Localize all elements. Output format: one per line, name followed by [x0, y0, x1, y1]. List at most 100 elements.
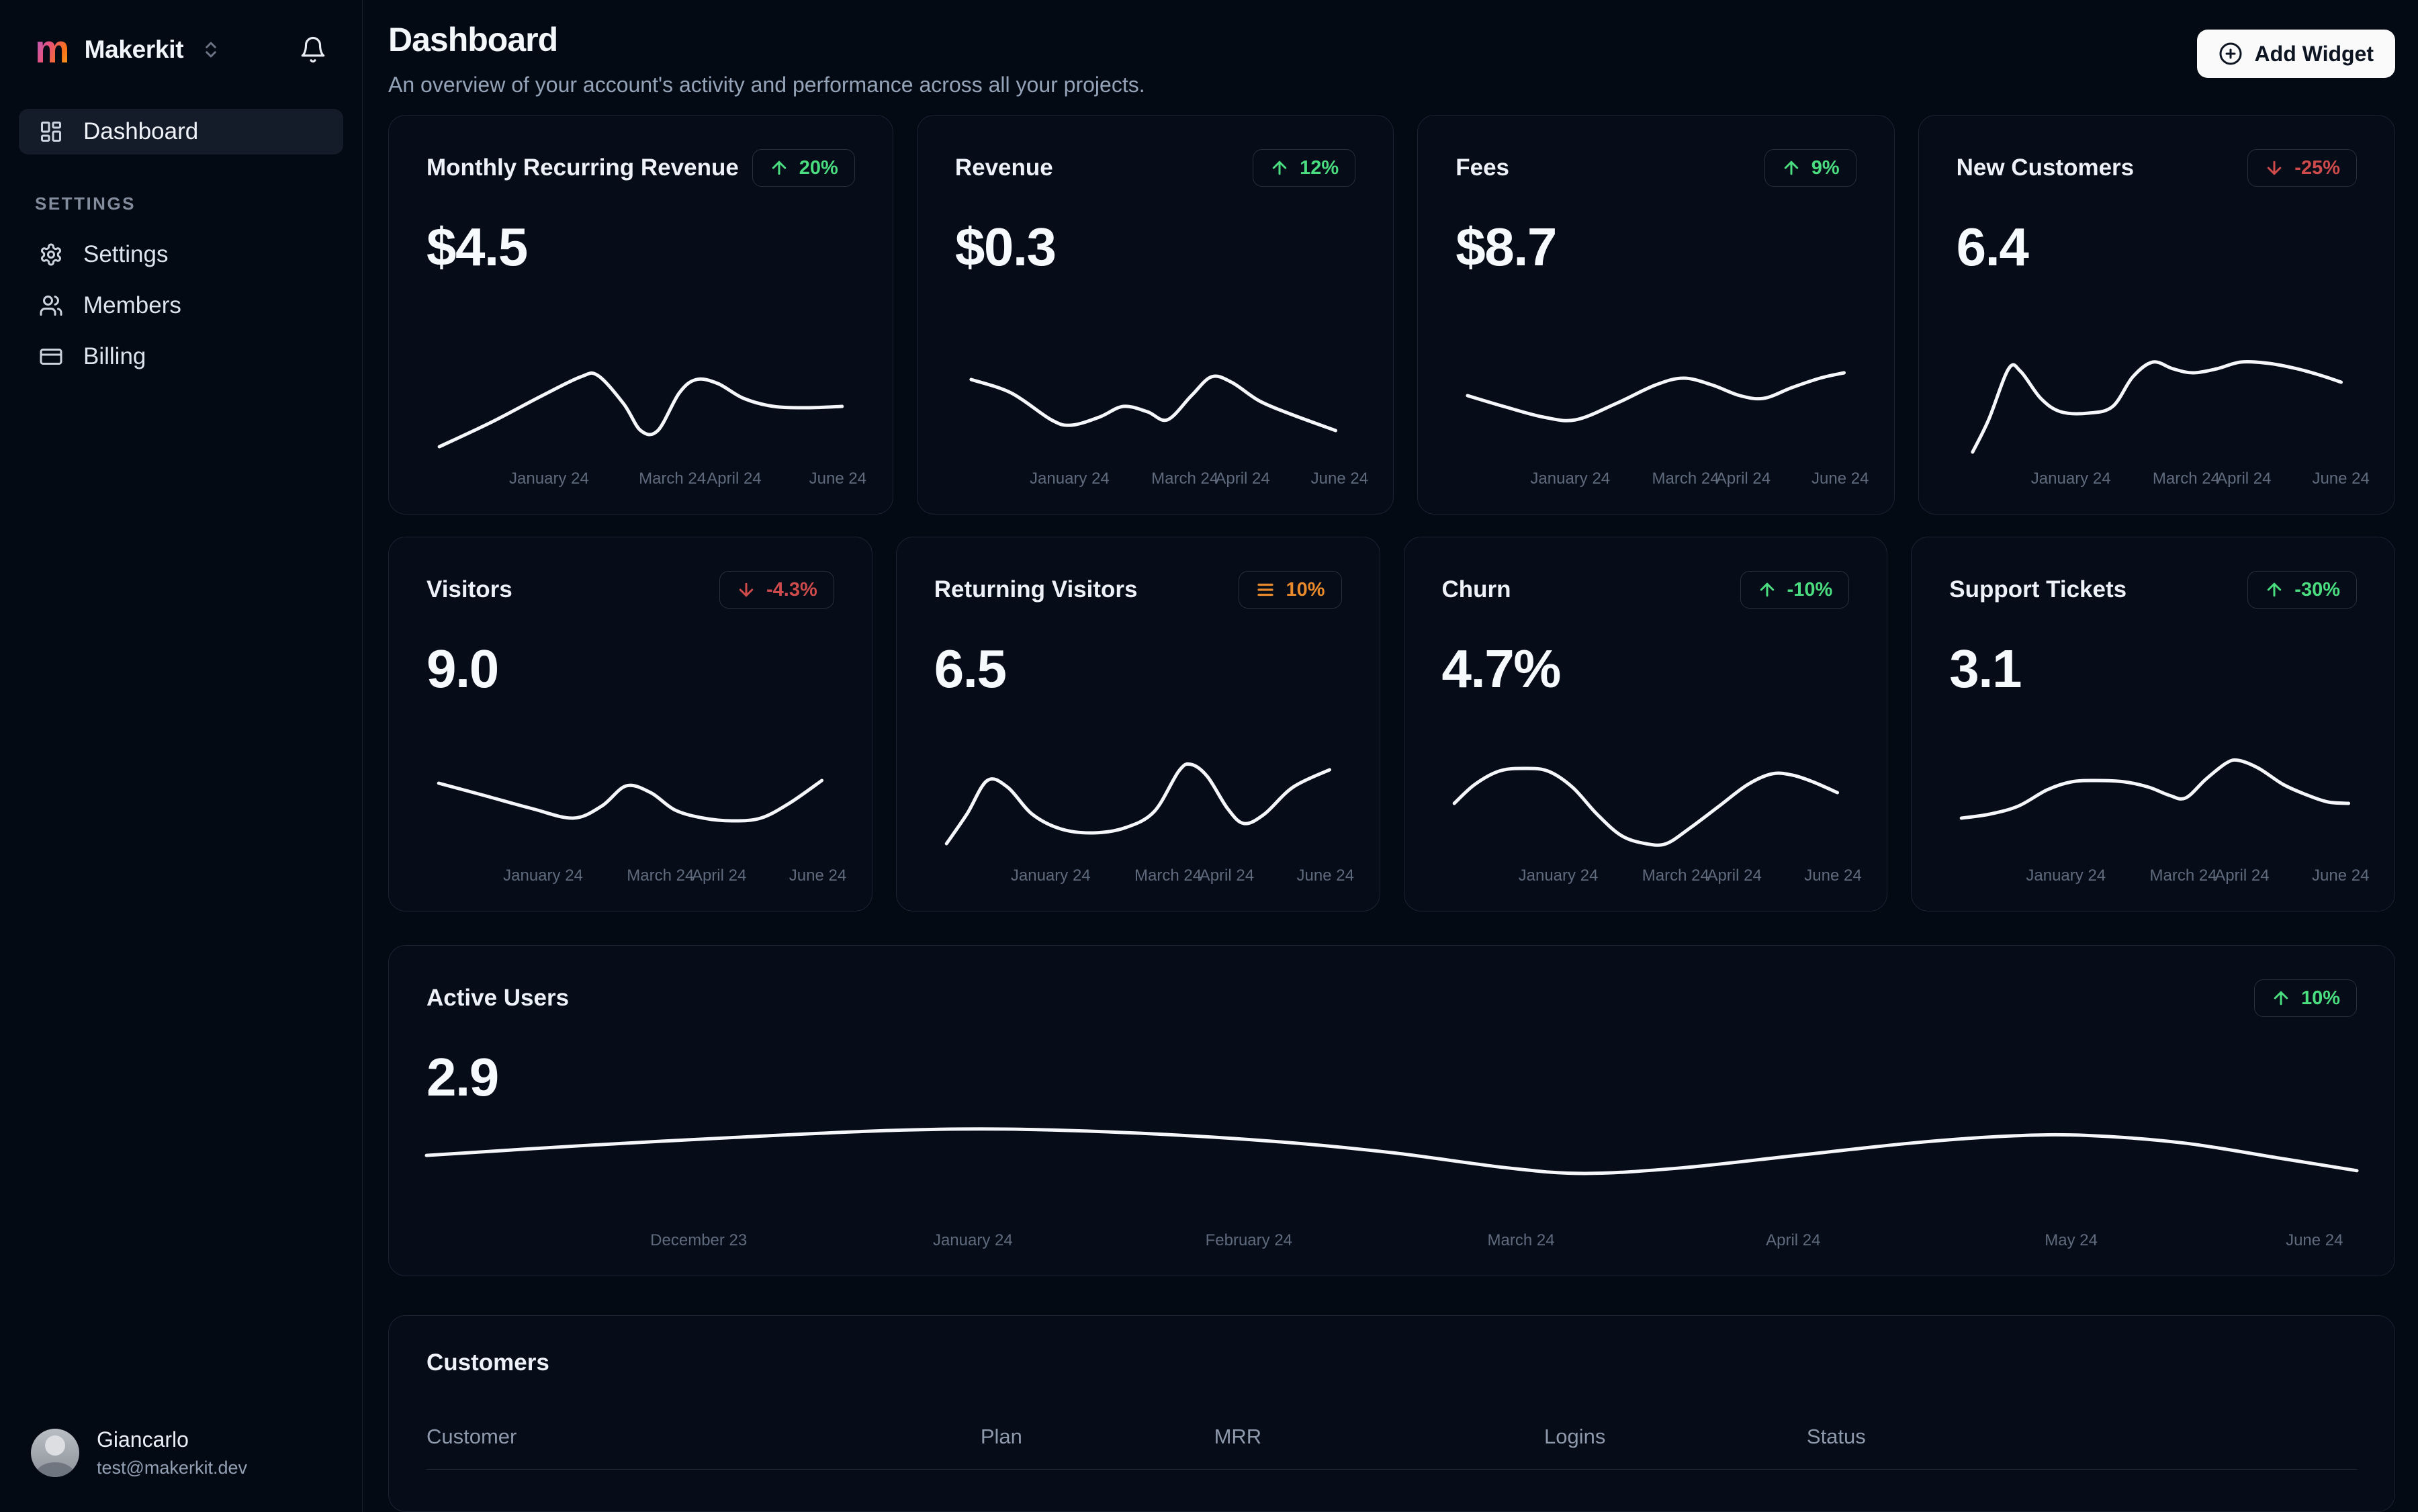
axis-label: March 24	[2149, 866, 2217, 885]
axis-label: April 24	[1215, 470, 1270, 488]
trend-badge: 9%	[1764, 149, 1856, 187]
customers-table-header: Customer Plan MRR Logins Status	[427, 1425, 2357, 1470]
axis-label: February 24	[1205, 1231, 1293, 1249]
card-value: 6.4	[1956, 217, 2029, 277]
card-title: Visitors	[427, 576, 512, 603]
axis-label: March 24	[1151, 470, 1219, 488]
notifications-bell-icon[interactable]	[299, 36, 327, 64]
axis-label: January 24	[2026, 866, 2106, 885]
trend-up-icon	[2271, 988, 2291, 1008]
active-users-line-chart	[427, 1108, 2357, 1219]
axis-label: January 24	[2030, 470, 2111, 488]
main-content: Dashboard An overview of your account's …	[363, 0, 2418, 1512]
axis-label: March 24	[627, 866, 695, 885]
sparkline-chart	[934, 747, 1342, 854]
card-title: New Customers	[1956, 154, 2135, 181]
axis-label: April 24	[1707, 866, 1762, 885]
x-axis-labels: January 24 March 24 April 24 June 24	[955, 470, 1368, 490]
axis-label: June 24	[1804, 866, 1862, 885]
axis-label: April 24	[2214, 866, 2270, 885]
sidebar-item-dashboard[interactable]: Dashboard	[19, 109, 343, 155]
card-title: Returning Visitors	[934, 576, 1138, 603]
users-icon	[39, 294, 63, 318]
workspace-switcher[interactable]: m Makerkit	[19, 0, 343, 69]
plus-circle-icon	[2219, 42, 2243, 66]
sparkline-chart	[1442, 747, 1850, 854]
card-title: Churn	[1441, 576, 1511, 603]
sidebar-item-members[interactable]: Members	[19, 283, 343, 328]
trend-change-value: 20%	[799, 157, 838, 179]
card-title: Monthly Recurring Revenue	[427, 154, 739, 181]
axis-label: December 23	[650, 1231, 748, 1249]
card-title: Active Users	[427, 985, 570, 1011]
card-title: Revenue	[954, 154, 1053, 181]
trend-change-value: -25%	[2294, 157, 2340, 179]
axis-label: April 24	[1715, 470, 1771, 488]
trend-up-icon	[769, 158, 789, 178]
user-account-menu[interactable]: Giancarlo test@makerkit.dev	[19, 1427, 343, 1512]
sparkline-chart	[427, 747, 834, 854]
add-widget-button[interactable]: Add Widget	[2196, 30, 2395, 78]
axis-label: June 24	[1310, 470, 1369, 488]
customers-title: Customers	[427, 1349, 549, 1376]
user-name: Giancarlo	[97, 1427, 189, 1452]
axis-label: April 24	[1199, 866, 1255, 885]
trend-down-icon	[2264, 158, 2284, 178]
trend-up-icon	[2264, 580, 2284, 600]
settings-section-heading: SETTINGS	[35, 193, 136, 214]
trend-badge: 12%	[1253, 149, 1356, 187]
sparkline-chart	[955, 350, 1355, 457]
axis-label: June 24	[2312, 866, 2370, 885]
trend-up-icon	[1757, 580, 1777, 600]
sparkline-chart	[1456, 350, 1856, 457]
stat-card: Monthly Recurring Revenue 20% $4.5 Janua…	[388, 115, 893, 515]
column-header-mrr: MRR	[1214, 1425, 1262, 1448]
x-axis-labels: January 24 March 24 April 24 June 24	[1442, 866, 1862, 887]
axis-label: April 24	[1766, 1231, 1821, 1249]
x-axis-labels: January 24 March 24 April 24 June 24	[1456, 470, 1869, 490]
card-value: 6.5	[934, 639, 1007, 699]
sidebar-item-label: Billing	[83, 343, 146, 370]
sparkline-chart	[1949, 747, 2357, 854]
page-subtitle: An overview of your account's activity a…	[388, 73, 1145, 97]
x-axis-labels: January 24 March 24 April 24 June 24	[1949, 866, 2369, 887]
x-axis-labels: January 24 March 24 April 24 June 24	[934, 866, 1354, 887]
add-widget-label: Add Widget	[2254, 41, 2374, 66]
trend-badge: 20%	[752, 149, 855, 187]
axis-label: March 24	[1487, 1231, 1555, 1249]
card-value: 9.0	[427, 639, 499, 699]
column-header-status: Status	[1806, 1425, 1866, 1448]
stat-card: Revenue 12% $0.3 January 24 March 24 April…	[916, 115, 1394, 515]
x-axis-labels: January 24 March 24 April 24 June 24	[427, 470, 866, 490]
axis-label: March 24	[1134, 866, 1202, 885]
axis-label: January 24	[509, 470, 589, 488]
trend-badge: -4.3%	[719, 571, 834, 609]
sidebar-settings-nav: Settings Members Billing	[19, 232, 343, 380]
sidebar-item-billing[interactable]: Billing	[19, 334, 343, 380]
axis-label: March 24	[639, 470, 707, 488]
trend-badge: 10%	[2253, 979, 2357, 1017]
card-value: 4.7%	[1441, 639, 1562, 699]
chevrons-up-down-icon	[201, 40, 221, 60]
x-axis-labels: December 23 January 24 February 24 March 24…	[427, 1231, 2357, 1251]
stat-card: Churn -10% 4.7% January 24 March 24 April …	[1403, 537, 1888, 911]
sidebar: m Makerkit Dashboard SETTINGS Settings M…	[0, 0, 363, 1512]
column-header-plan: Plan	[980, 1425, 1022, 1448]
axis-label: May 24	[2045, 1231, 2098, 1249]
trend-flat-icon	[1255, 580, 1275, 600]
active-users-card: Active Users 10% 2.9 December 23 January …	[388, 945, 2395, 1276]
user-email: test@makerkit.dev	[97, 1458, 247, 1478]
trend-up-icon	[1781, 158, 1801, 178]
sidebar-item-settings[interactable]: Settings	[19, 232, 343, 277]
card-value: 3.1	[1949, 639, 2022, 699]
axis-label: March 24	[1652, 470, 1719, 488]
stat-card: Visitors -4.3% 9.0 January 24 March 24 Apr…	[388, 537, 872, 911]
axis-label: April 24	[691, 866, 747, 885]
card-value: $8.7	[1456, 217, 1557, 277]
card-title: Support Tickets	[1949, 576, 2127, 603]
trend-change-value: 10%	[1286, 578, 1325, 601]
trend-change-value: -30%	[2294, 578, 2340, 601]
card-value: $0.3	[954, 217, 1057, 277]
axis-label: June 24	[809, 470, 867, 488]
trend-up-icon	[1269, 158, 1290, 178]
